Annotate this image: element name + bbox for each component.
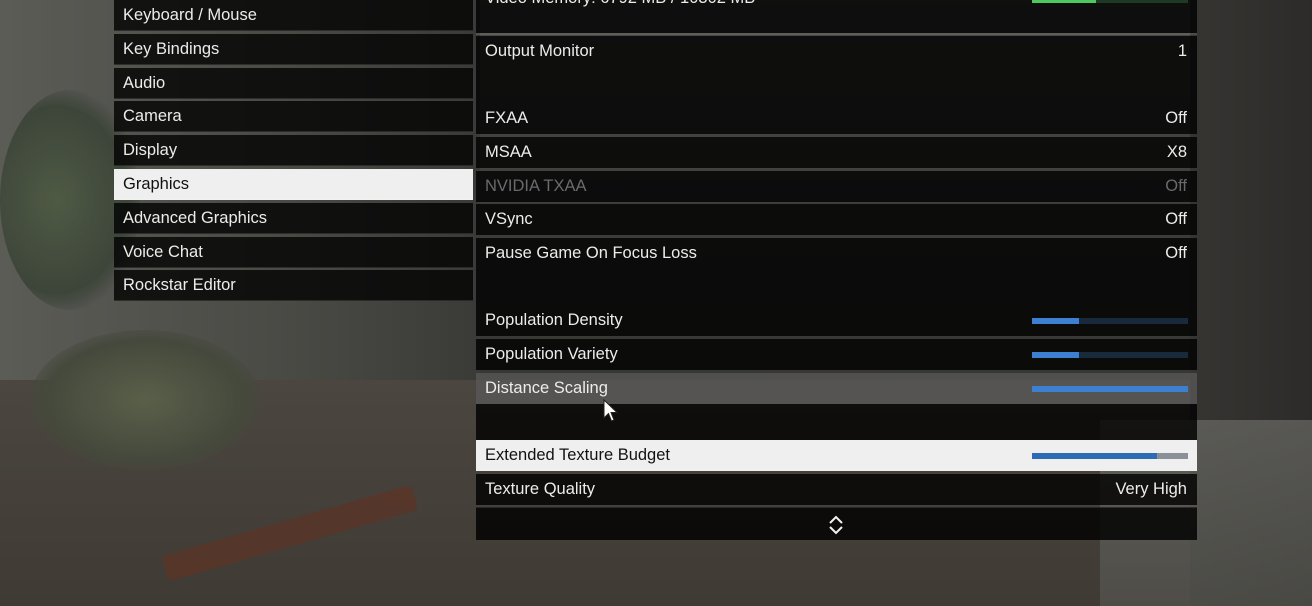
extended-texture-budget-label: Extended Texture Budget [485, 446, 670, 464]
population-density-row[interactable]: Population Density [476, 305, 1197, 336]
population-density-label: Population Density [485, 311, 623, 329]
vsync-row[interactable]: VSync Off [476, 204, 1197, 235]
extended-texture-budget-row[interactable]: Extended Texture Budget [476, 440, 1197, 471]
population-variety-slider[interactable] [1032, 352, 1188, 358]
section-gap [476, 269, 1197, 305]
section-gap [476, 67, 1197, 103]
sidebar-item-graphics[interactable]: Graphics [114, 168, 473, 200]
sidebar-item-advanced-graphics[interactable]: Advanced Graphics [114, 202, 473, 234]
video-memory-bar [1032, 0, 1188, 3]
distance-scaling-row[interactable]: Distance Scaling [476, 373, 1197, 404]
pause-on-focus-loss-value: Off [1165, 244, 1187, 262]
distance-scaling-fill [1032, 386, 1188, 392]
msaa-label: MSAA [485, 143, 532, 161]
extended-texture-budget-slider[interactable] [1032, 453, 1188, 459]
population-variety-label: Population Variety [485, 345, 618, 363]
fxaa-label: FXAA [485, 109, 529, 127]
population-variety-fill [1032, 352, 1079, 358]
sidebar-item-voice-chat[interactable]: Voice Chat [114, 236, 473, 268]
population-density-fill [1032, 318, 1079, 324]
sidebar-item-rockstar-editor[interactable]: Rockstar Editor [114, 270, 473, 302]
video-memory-fill [1032, 0, 1096, 3]
up-down-chevron-icon [829, 515, 843, 535]
fxaa-row[interactable]: FXAA Off [476, 103, 1197, 134]
pause-on-focus-loss-label: Pause Game On Focus Loss [485, 244, 697, 262]
settings-category-menu: Keyboard / Mouse Key Bindings Audio Came… [114, 0, 473, 304]
sidebar-item-camera[interactable]: Camera [114, 101, 473, 133]
sidebar-item-keyboard-mouse[interactable]: Keyboard / Mouse [114, 0, 473, 31]
output-monitor-row[interactable]: Output Monitor 1 [476, 36, 1197, 67]
distance-scaling-label: Distance Scaling [485, 379, 608, 397]
mouse-pointer-icon [603, 399, 619, 422]
population-variety-row[interactable]: Population Variety [476, 339, 1197, 370]
video-memory-label: Video Memory: 6792 MB / 10302 MB [485, 0, 755, 9]
texture-quality-row[interactable]: Texture Quality Very High [476, 474, 1197, 505]
fxaa-value: Off [1165, 109, 1187, 127]
sidebar-item-audio[interactable]: Audio [114, 67, 473, 99]
output-monitor-value: 1 [1177, 42, 1187, 60]
output-monitor-label: Output Monitor [485, 42, 595, 60]
vsync-label: VSync [485, 210, 533, 228]
nvidia-txaa-row: NVIDIA TXAA Off [476, 171, 1197, 202]
video-memory-row: Video Memory: 6792 MB / 10302 MB [476, 0, 1197, 33]
nvidia-txaa-value: Off [1165, 177, 1187, 195]
section-gap [476, 404, 1197, 440]
distance-scaling-slider[interactable] [1032, 386, 1188, 392]
msaa-value: X8 [1166, 143, 1187, 161]
msaa-row[interactable]: MSAA X8 [476, 137, 1197, 168]
sidebar-item-display[interactable]: Display [114, 135, 473, 167]
scroll-control[interactable] [476, 507, 1197, 540]
pause-on-focus-loss-row[interactable]: Pause Game On Focus Loss Off [476, 238, 1197, 269]
vsync-value: Off [1165, 210, 1187, 228]
texture-quality-value: Very High [1115, 480, 1187, 498]
texture-quality-label: Texture Quality [485, 480, 596, 498]
extended-texture-budget-fill [1032, 453, 1157, 459]
nvidia-txaa-label: NVIDIA TXAA [485, 177, 587, 195]
divider [476, 33, 1197, 35]
population-density-slider[interactable] [1032, 318, 1188, 324]
sidebar-item-key-bindings[interactable]: Key Bindings [114, 33, 473, 65]
